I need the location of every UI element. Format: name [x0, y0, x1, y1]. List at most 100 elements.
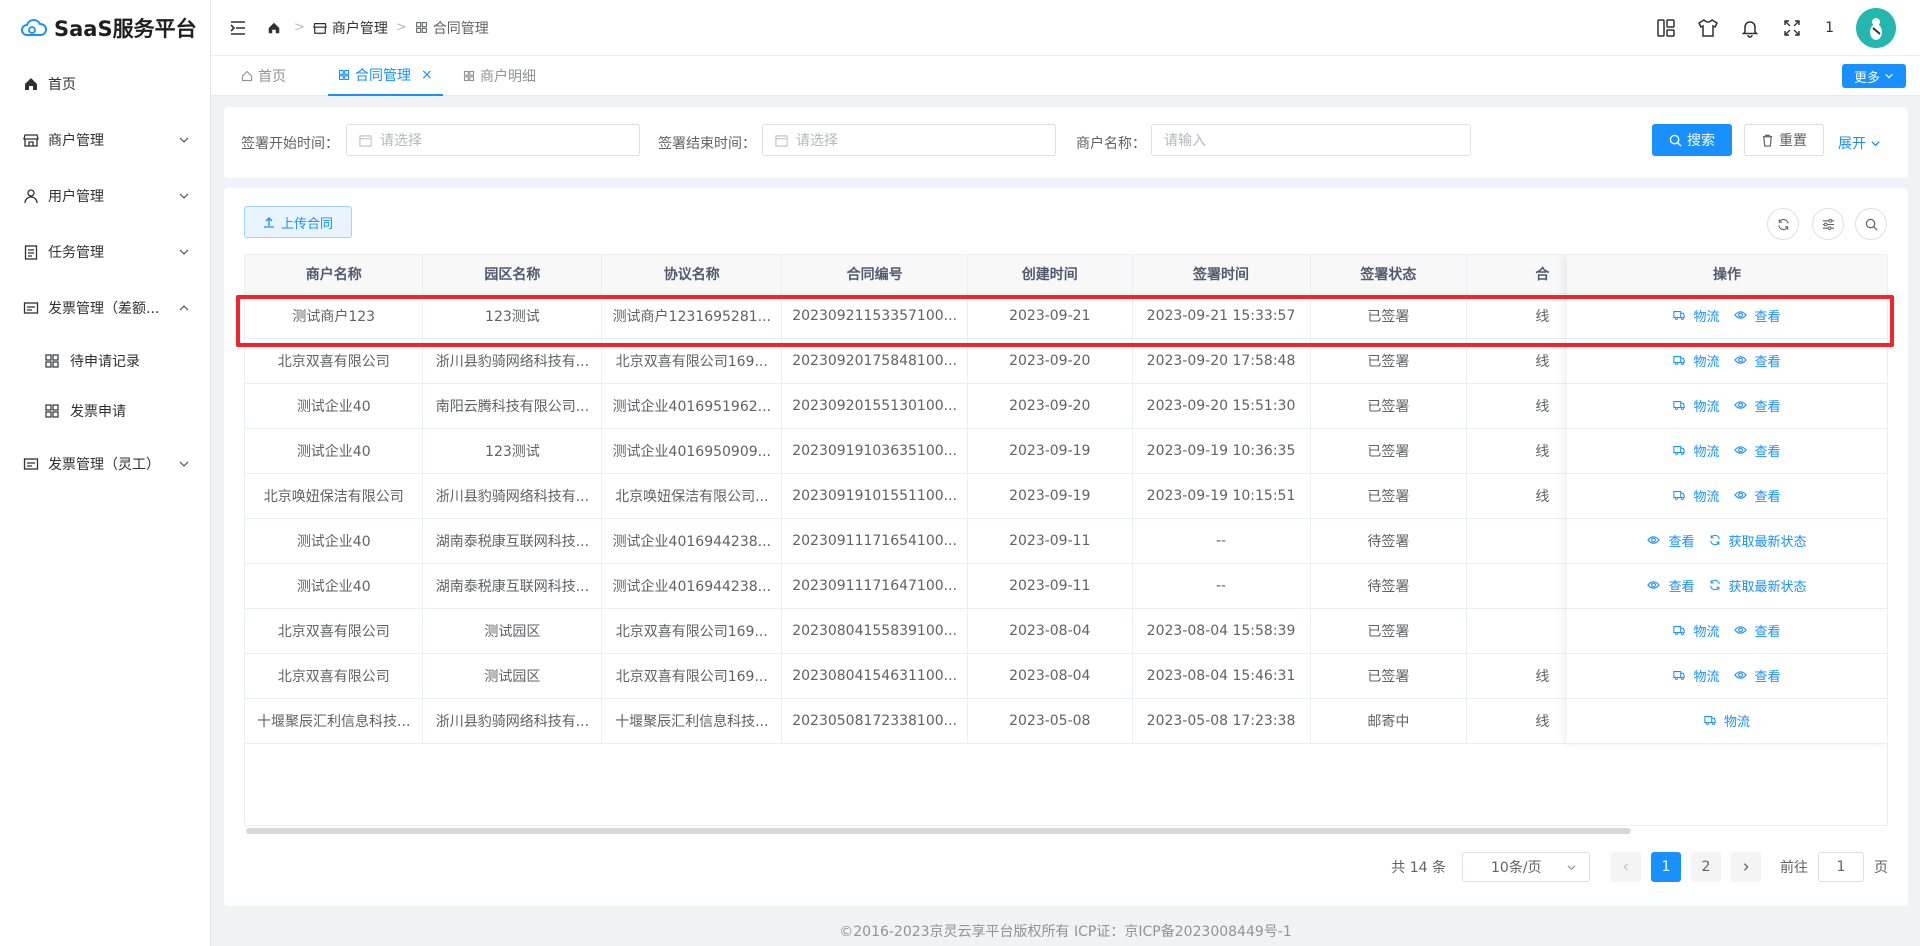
close-icon[interactable]: × [421, 67, 433, 83]
sidebar-subitem-invoice-apply[interactable]: 发票申请 [0, 386, 210, 436]
column-header: 创建时间 [967, 255, 1133, 294]
op-link-truck[interactable]: 物流 [1673, 306, 1720, 325]
table-cell-agreement: 北京双喜有限公司169... [601, 608, 783, 654]
grid-icon [463, 70, 475, 82]
table-cell-merchant: 北京双喜有限公司 [245, 338, 424, 384]
table-cell-ops: 物流 查看 [1567, 338, 1887, 384]
op-link-truck[interactable]: 物流 [1673, 396, 1720, 415]
trash-icon [1762, 134, 1773, 147]
op-link-truck[interactable]: 物流 [1673, 441, 1720, 460]
sign-end-date-picker[interactable]: 请选择 [762, 124, 1056, 156]
table-row-ops: 物流 查看 [1567, 293, 1887, 339]
op-link-eye[interactable]: 查看 [1733, 396, 1781, 415]
op-link-eye[interactable]: 查看 [1733, 666, 1781, 685]
merchant-name-input[interactable]: 请输入 [1151, 124, 1471, 156]
search-button[interactable]: 搜索 [1652, 124, 1732, 156]
op-link-eye[interactable]: 查看 [1733, 486, 1781, 505]
task-icon [22, 243, 40, 261]
table-cell-contract-no: 20230804155839100... [781, 608, 968, 654]
sign-start-date-picker[interactable]: 请选择 [346, 124, 640, 156]
page-button[interactable]: 2 [1691, 852, 1721, 882]
op-link-eye[interactable]: 查看 [1647, 531, 1695, 550]
page-button[interactable]: 1 [1651, 852, 1681, 882]
op-link-label: 获取最新状态 [1728, 534, 1807, 550]
op-link-truck[interactable]: 物流 [1673, 621, 1720, 640]
shop-icon [22, 131, 40, 149]
horizontal-scrollbar[interactable] [246, 828, 1631, 834]
column-header: 签署状态 [1310, 255, 1468, 294]
sidebar-subitem-pending[interactable]: 待申请记录 [0, 336, 210, 386]
op-link-truck[interactable]: 物流 [1673, 666, 1720, 685]
op-link-eye[interactable]: 查看 [1733, 621, 1781, 640]
op-link-eye[interactable]: 查看 [1733, 351, 1781, 370]
expand-link[interactable]: 展开 [1838, 133, 1881, 153]
refresh-button[interactable] [1767, 208, 1799, 240]
sidebar-item-home[interactable]: 首页 [0, 56, 210, 112]
table-cell-agreement: 测试商户1231695281... [601, 293, 783, 339]
tabs-bar: 首页 合同管理 × 商户明细 更多 [211, 56, 1920, 96]
layout-icon[interactable] [1655, 17, 1677, 39]
next-page-button[interactable] [1731, 852, 1761, 882]
op-link-label: 查看 [1754, 489, 1781, 505]
op-link-eye[interactable]: 查看 [1733, 441, 1781, 460]
tab-home[interactable]: 首页 [241, 56, 286, 96]
page-size-select[interactable]: 10条/页 [1462, 852, 1590, 882]
sidebar-item-invoice-diff[interactable]: 发票管理（差额... [0, 280, 210, 336]
op-link-eye[interactable]: 查看 [1733, 306, 1781, 325]
bell-icon[interactable] [1739, 17, 1761, 39]
eye-icon [1733, 624, 1751, 636]
eye-icon [1733, 444, 1751, 456]
sidebar-item-task[interactable]: 任务管理 [0, 224, 210, 280]
op-link-truck[interactable]: 物流 [1704, 711, 1750, 730]
search-panel: 签署开始时间： 请选择 签署结束时间： 请选择 商户名称： 请输入 搜索 重置 … [224, 107, 1908, 178]
op-link-truck[interactable]: 物流 [1673, 351, 1720, 370]
toggle-search-button[interactable] [1855, 208, 1887, 240]
op-link-refresh[interactable]: 获取最新状态 [1709, 576, 1807, 595]
goto-page-input[interactable]: 1 [1818, 852, 1864, 882]
column-settings-button[interactable] [1812, 208, 1844, 240]
table-cell-created: 2023-09-20 [967, 383, 1133, 429]
menu-fold-icon[interactable] [229, 19, 247, 37]
placeholder: 请输入 [1164, 133, 1206, 149]
table-cell-agreement: 测试企业4016950909... [601, 428, 783, 474]
table-row-ops: 查看 获取最新状态 [1567, 518, 1887, 564]
fullscreen-icon[interactable] [1781, 17, 1803, 39]
op-link-truck[interactable]: 物流 [1673, 486, 1720, 505]
grid-icon [44, 353, 60, 369]
breadcrumb-home[interactable] [267, 21, 286, 35]
table-cell-created: 2023-09-11 [967, 518, 1133, 564]
sidebar-item-user[interactable]: 用户管理 [0, 168, 210, 224]
tab-contract[interactable]: 合同管理 × [328, 56, 443, 96]
more-tabs-button[interactable]: 更多 [1842, 64, 1906, 88]
table-cell-contract-no: 20230920155130100... [781, 383, 968, 429]
op-link-label: 查看 [1754, 624, 1781, 640]
table-cell-merchant: 测试企业40 [245, 428, 424, 474]
table-cell-contract-no: 20230921153357100... [781, 293, 968, 339]
prev-page-button[interactable] [1611, 852, 1641, 882]
chevron-down-icon [179, 249, 189, 255]
table-row-ops: 物流 查看 [1567, 473, 1887, 519]
table-cell-merchant: 北京双喜有限公司 [245, 608, 424, 654]
table-cell-signed: 2023-05-08 17:23:38 [1132, 698, 1311, 744]
op-link-eye[interactable]: 查看 [1647, 576, 1695, 595]
search-icon [1865, 218, 1877, 230]
op-link-label: 物流 [1693, 624, 1720, 640]
truck-icon [1673, 624, 1689, 636]
sliders-icon [1822, 218, 1834, 230]
sidebar-item-merchant[interactable]: 商户管理 [0, 112, 210, 168]
theme-shirt-icon[interactable] [1697, 17, 1719, 39]
avatar[interactable] [1856, 8, 1896, 48]
table-cell-signed: 2023-09-19 10:36:35 [1132, 428, 1311, 474]
reset-button[interactable]: 重置 [1744, 124, 1824, 156]
sidebar-item-invoice-flex[interactable]: 发票管理（灵工） [0, 436, 210, 492]
table-cell-ops: 物流 查看 [1567, 383, 1887, 429]
breadcrumb-merchant[interactable]: 商户管理 [312, 18, 388, 38]
eye-icon [1733, 399, 1751, 411]
table-cell-created: 2023-08-04 [967, 653, 1133, 699]
upload-contract-button[interactable]: 上传合同 [244, 206, 352, 238]
app-logo[interactable]: SaaS服务平台 [0, 0, 210, 56]
op-link-label: 查看 [1668, 534, 1695, 550]
op-link-refresh[interactable]: 获取最新状态 [1709, 531, 1807, 550]
tab-merchant-detail[interactable]: 商户明细 [463, 56, 536, 96]
app-title: SaaS服务平台 [54, 17, 197, 41]
